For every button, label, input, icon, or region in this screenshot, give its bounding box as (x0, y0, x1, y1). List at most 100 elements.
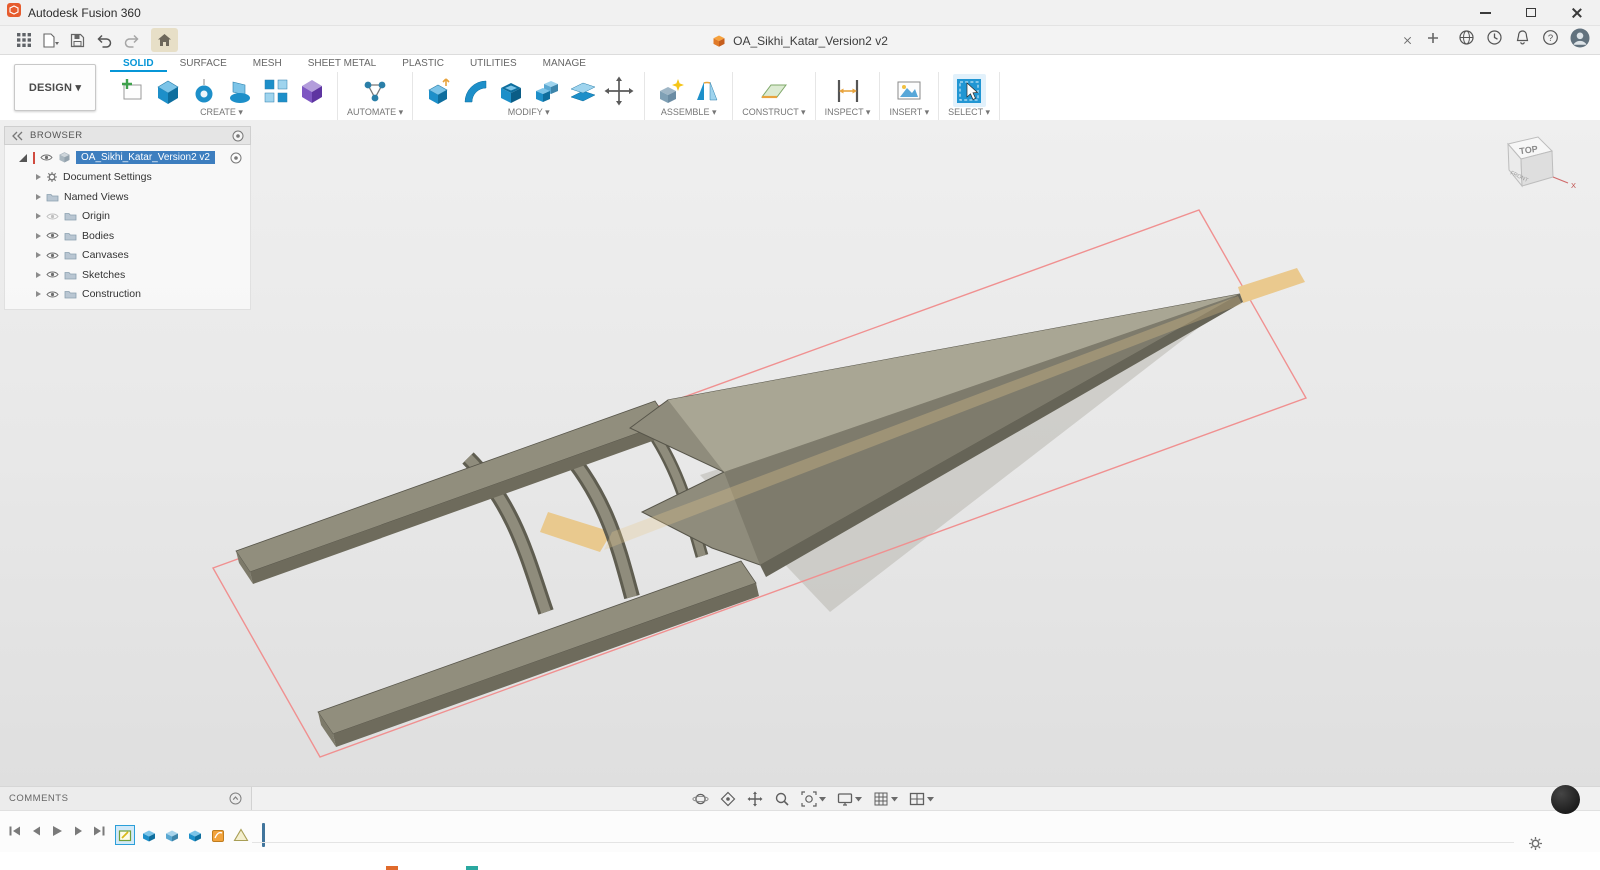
notifications-button[interactable] (1514, 29, 1531, 51)
play-button[interactable] (50, 825, 64, 837)
browser-item-named-views[interactable]: Named Views (5, 187, 250, 207)
expand-arrow-icon[interactable] (36, 174, 41, 181)
panel-options-icon[interactable] (232, 130, 244, 142)
insert-canvas-button[interactable] (893, 74, 926, 107)
app-grid-button[interactable] (10, 28, 37, 52)
collapse-panel-icon[interactable] (11, 131, 23, 141)
browser-item-construction[interactable]: Construction (5, 285, 250, 305)
combine-button[interactable] (530, 74, 563, 107)
timeline-feature-draft[interactable] (232, 826, 250, 844)
browser-item-origin[interactable]: Origin (5, 207, 250, 227)
grid-snap-button[interactable] (871, 790, 900, 808)
redo-button[interactable] (118, 28, 145, 52)
document-tab[interactable]: OA_Sikhi_Katar_Version2 v2 (0, 26, 1600, 55)
orbit-button[interactable] (690, 790, 711, 808)
group-label-modify[interactable]: MODIFY ▾ (508, 107, 550, 118)
handle-bar-top[interactable] (235, 400, 672, 584)
user-avatar[interactable] (1570, 28, 1590, 53)
workspace-selector[interactable]: DESIGN ▾ (14, 64, 96, 111)
group-label-construct[interactable]: CONSTRUCT ▾ (742, 107, 805, 118)
expand-arrow-icon[interactable] (36, 252, 41, 259)
assistant-button[interactable] (1551, 785, 1580, 814)
close-document-button[interactable] (1403, 36, 1412, 45)
maximize-button[interactable] (1508, 0, 1554, 25)
timeline-feature-extrude[interactable] (163, 826, 181, 844)
expand-arrow-icon[interactable] (36, 213, 41, 220)
press-pull-button[interactable] (422, 74, 455, 107)
browser-header[interactable]: BROWSER (4, 126, 251, 145)
pattern-button[interactable] (259, 74, 292, 107)
expand-arrow-icon[interactable] (36, 232, 41, 239)
job-status-button[interactable] (1486, 29, 1503, 51)
step-back-button[interactable] (30, 825, 42, 837)
fit-button[interactable] (799, 790, 828, 808)
activate-component-radio[interactable] (230, 152, 242, 164)
timeline-feature-sketch[interactable] (115, 825, 135, 845)
visibility-eye-icon[interactable] (46, 251, 59, 260)
tab-surface[interactable]: SURFACE (167, 55, 240, 72)
shell-button[interactable] (494, 74, 527, 107)
pan-button[interactable] (745, 790, 765, 808)
visibility-eye-icon[interactable] (46, 290, 59, 299)
create-sketch-button[interactable] (115, 74, 148, 107)
group-label-insert[interactable]: INSERT ▾ (889, 107, 929, 118)
viewports-button[interactable] (907, 790, 936, 808)
zoom-button[interactable] (772, 790, 792, 808)
go-to-end-button[interactable] (92, 825, 106, 837)
joint-button[interactable] (690, 74, 723, 107)
tab-solid[interactable]: SOLID (110, 55, 167, 72)
viewcube[interactable]: TOP FRONT X (1480, 128, 1580, 218)
fillet-button[interactable] (458, 74, 491, 107)
tab-plastic[interactable]: PLASTIC (389, 55, 457, 72)
viewcube-graphic[interactable]: TOP FRONT X (1480, 128, 1580, 218)
group-label-assemble[interactable]: ASSEMBLE ▾ (661, 107, 717, 118)
group-label-select[interactable]: SELECT ▾ (948, 107, 990, 118)
undo-button[interactable] (91, 28, 118, 52)
expanded-arrow-icon[interactable] (18, 153, 28, 163)
browser-item-bodies[interactable]: Bodies (5, 226, 250, 246)
browser-item-canvases[interactable]: Canvases (5, 246, 250, 266)
browser-item-sketches[interactable]: Sketches (5, 265, 250, 285)
expand-arrow-icon[interactable] (36, 271, 41, 278)
minimize-button[interactable] (1462, 0, 1508, 25)
automate-button[interactable] (359, 74, 392, 107)
timeline-feature-extrude[interactable] (140, 826, 158, 844)
close-button[interactable] (1554, 0, 1600, 25)
select-button[interactable] (952, 74, 986, 107)
tab-utilities[interactable]: UTILITIES (457, 55, 530, 72)
extensions-button[interactable] (1458, 29, 1475, 51)
sweep-button[interactable] (223, 74, 256, 107)
display-settings-button[interactable] (835, 790, 864, 808)
move-copy-button[interactable] (602, 74, 635, 107)
save-button[interactable] (64, 28, 91, 52)
new-tab-button[interactable] (1427, 31, 1439, 49)
tab-mesh[interactable]: MESH (240, 55, 295, 72)
group-label-inspect[interactable]: INSPECT ▾ (825, 107, 871, 118)
group-label-automate[interactable]: AUTOMATE ▾ (347, 107, 403, 118)
browser-root-row[interactable]: OA_Sikhi_Katar_Version2 v2 (5, 148, 250, 168)
group-label-create[interactable]: CREATE ▾ (200, 107, 243, 118)
sketch-tip-strip[interactable] (1238, 268, 1305, 303)
coil-button[interactable] (295, 74, 328, 107)
measure-button[interactable] (831, 74, 864, 107)
timeline-track[interactable] (252, 842, 1514, 843)
timeline-feature-extrude[interactable] (186, 826, 204, 844)
tab-sheet-metal[interactable]: SHEET METAL (295, 55, 390, 72)
comments-bar[interactable]: COMMENTS (0, 787, 252, 810)
expand-arrow-icon[interactable] (36, 193, 41, 200)
timeline-feature-form[interactable] (209, 826, 227, 844)
go-to-start-button[interactable] (8, 825, 22, 837)
look-at-button[interactable] (718, 790, 738, 808)
new-component-button[interactable] (654, 74, 687, 107)
visibility-eye-icon[interactable] (46, 212, 59, 221)
home-tab-button[interactable] (151, 28, 178, 52)
offset-face-button[interactable] (566, 74, 599, 107)
visibility-eye-icon[interactable] (46, 231, 59, 240)
revolve-button[interactable] (187, 74, 220, 107)
browser-item-document-settings[interactable]: Document Settings (5, 168, 250, 188)
file-menu-button[interactable] (37, 28, 64, 52)
comments-expand-icon[interactable] (229, 792, 242, 805)
expand-arrow-icon[interactable] (36, 291, 41, 298)
help-button[interactable]: ? (1542, 29, 1559, 51)
timeline-position-marker[interactable] (262, 823, 265, 847)
